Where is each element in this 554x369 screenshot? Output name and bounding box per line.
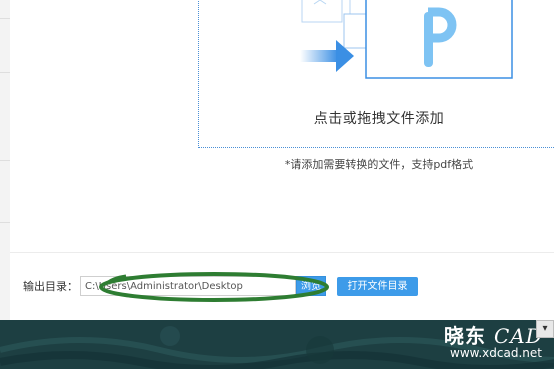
sidebar-divider bbox=[0, 72, 10, 73]
open-folder-button[interactable]: 打开文件目录 bbox=[337, 277, 418, 296]
watermark-logo: 晓东 CAD bbox=[444, 320, 543, 349]
sidebar-divider bbox=[0, 18, 10, 19]
browse-button[interactable]: 浏览 bbox=[296, 276, 326, 296]
supported-format-note: *请添加需要转换的文件，支持pdf格式 bbox=[284, 158, 474, 171]
drop-zone-hint: 点击或拖拽文件添加 bbox=[313, 111, 445, 127]
sidebar-divider bbox=[0, 222, 10, 223]
watermark-url: www.xdcad.net bbox=[450, 346, 542, 360]
corner-menu-icon[interactable]: ▾ bbox=[536, 320, 554, 338]
output-directory-label: 输出目录： bbox=[23, 280, 78, 293]
output-path-input[interactable] bbox=[80, 276, 296, 296]
pdf-drop-illustration-icon bbox=[300, 0, 513, 79]
sidebar-divider bbox=[0, 160, 10, 161]
watermark-logo-text: 晓东 bbox=[444, 324, 486, 348]
section-divider bbox=[10, 252, 554, 253]
